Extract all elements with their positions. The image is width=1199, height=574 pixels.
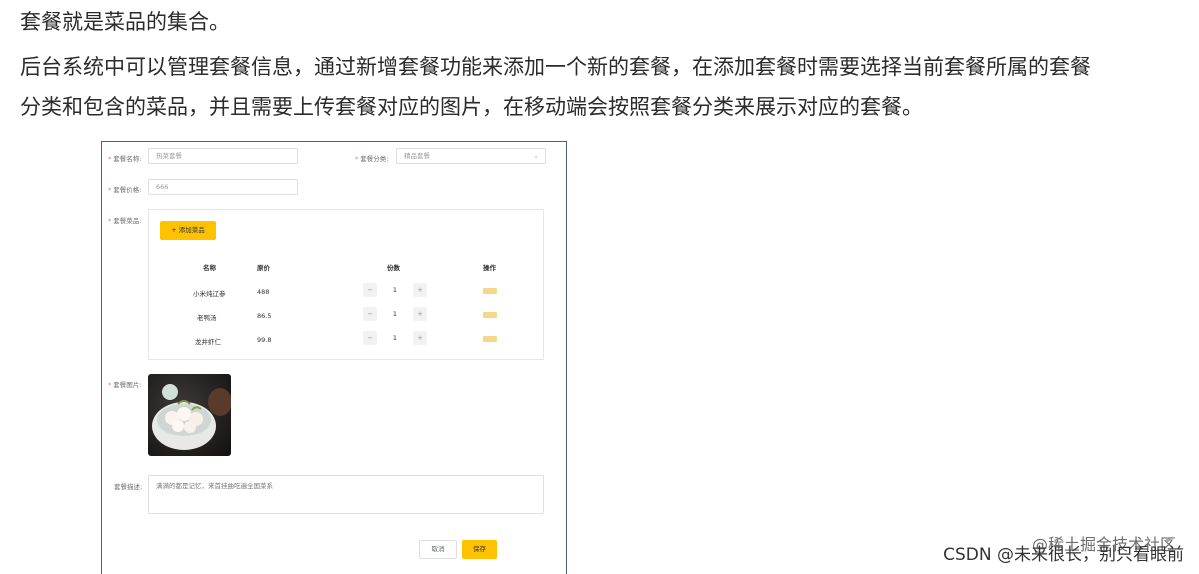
price-input[interactable]: 666 xyxy=(148,179,298,195)
plus-button[interactable]: + xyxy=(413,307,427,321)
image-label: * 套餐图片: xyxy=(108,381,142,389)
dish-name: 小米炖辽参 xyxy=(193,290,226,298)
table-row: 龙井虾仁 99.8 − 1 + xyxy=(149,328,543,352)
table-header: 操作 xyxy=(483,264,496,272)
description-textarea[interactable]: 满满的都是记忆，来首挂曲吃遍全国菜系 xyxy=(148,475,544,514)
intro-line-2: 后台系统中可以管理套餐信息，通过新增套餐功能来添加一个新的套餐，在添加套餐时需要… xyxy=(20,55,1091,79)
intro-line-1: 套餐就是菜品的集合。 xyxy=(20,10,230,34)
intro-line-3: 分类和包含的菜品，并且需要上传套餐对应的图片，在移动端会按照套餐分类来展示对应的… xyxy=(20,95,923,119)
table-row: 老鸭汤 86.5 − 1 + xyxy=(149,304,543,328)
table-header: 份数 xyxy=(387,264,400,272)
plus-button[interactable]: + xyxy=(413,331,427,345)
add-dish-button[interactable]: + 添加菜品 xyxy=(160,221,216,240)
delete-action-icon[interactable] xyxy=(483,336,497,342)
quantity-value[interactable]: 1 xyxy=(388,307,402,321)
name-label: * 套餐名称: xyxy=(108,155,142,163)
minus-button[interactable]: − xyxy=(363,283,377,297)
table-header: 原价 xyxy=(257,264,270,272)
dish-price: 99.8 xyxy=(257,336,272,344)
price-label: * 套餐价格: xyxy=(108,186,142,194)
category-label: * 套餐分类: xyxy=(355,155,389,163)
food-photo xyxy=(148,374,231,456)
chevron-down-icon: ⌄ xyxy=(533,152,539,160)
quantity-stepper: − 1 + xyxy=(361,283,429,299)
csdn-watermark: CSDN @未来很长，别只看眼前 xyxy=(943,545,1184,565)
setmeal-form-screenshot: * 套餐名称: 热菜套餐 * 套餐分类: 精品套餐 ⌄ * 套餐价格: 666 * 套餐… xyxy=(101,141,567,574)
delete-action-icon[interactable] xyxy=(483,288,497,294)
minus-button[interactable]: − xyxy=(363,331,377,345)
table-header: 名称 xyxy=(203,264,216,272)
setmeal-name-input[interactable]: 热菜套餐 xyxy=(148,148,298,164)
table-row: 小米炖辽参 488 − 1 + xyxy=(149,280,543,304)
dish-price: 488 xyxy=(257,288,270,296)
dishes-label: * 套餐菜品: xyxy=(108,217,142,225)
dish-name: 龙井虾仁 xyxy=(195,338,221,346)
plus-button[interactable]: + xyxy=(413,283,427,297)
setmeal-image[interactable] xyxy=(148,374,231,456)
delete-action-icon[interactable] xyxy=(483,312,497,318)
dishes-panel: + 添加菜品 名称 原价 份数 操作 小米炖辽参 488 − 1 + 老鸭汤 8… xyxy=(148,209,544,360)
description-label: 套餐描述: xyxy=(114,483,143,491)
quantity-value[interactable]: 1 xyxy=(388,283,402,297)
quantity-stepper: − 1 + xyxy=(361,307,429,323)
save-button[interactable]: 保存 xyxy=(462,540,497,559)
quantity-stepper: − 1 + xyxy=(361,331,429,347)
dish-price: 86.5 xyxy=(257,312,272,320)
cancel-button[interactable]: 取消 xyxy=(419,540,457,559)
dish-name: 老鸭汤 xyxy=(197,314,217,322)
quantity-value[interactable]: 1 xyxy=(388,331,402,345)
minus-button[interactable]: − xyxy=(363,307,377,321)
category-select[interactable]: 精品套餐 ⌄ xyxy=(396,148,546,164)
